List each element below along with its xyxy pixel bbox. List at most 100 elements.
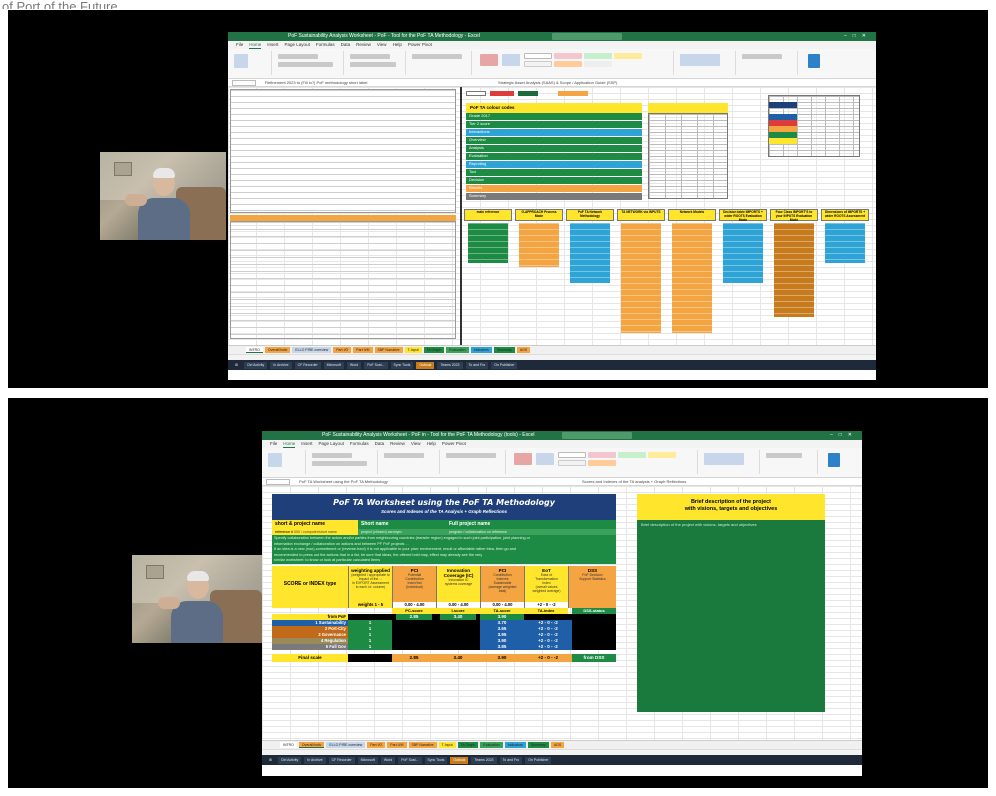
taskbar-item[interactable]: Outlook: [450, 756, 469, 764]
ribbon-tab-insert[interactable]: Insert: [267, 41, 278, 49]
flow-header-text: Four Class IMPORT’S to your INPUTS Evalu…: [775, 210, 813, 222]
ribbon-tab-view[interactable]: View: [377, 41, 387, 49]
worksheet-subtitle: Scores and Indexes of the TA Analysis + …: [381, 509, 507, 514]
sheet-tab[interactable]: Evaluation: [480, 742, 503, 748]
score-rows: from PoF 2.85 3.40 3.90 1 Sustainability 1 3.7…: [272, 614, 616, 650]
ribbon-tab-page-layout[interactable]: Page Layout: [285, 41, 310, 49]
taskbar-item[interactable]: Microsoft: [357, 756, 378, 764]
taskbar-item[interactable]: CF Recorder: [328, 756, 355, 764]
weight-cell[interactable]: 1: [348, 644, 392, 650]
flow-header-text: PoF TA Network Methodology: [577, 210, 603, 218]
ribbon-tab-power-pivot[interactable]: Power Pivot: [408, 41, 432, 49]
start-icon[interactable]: ⊞: [266, 757, 275, 764]
score-column-header: Innovation Coverage (IC) Innovation IC sy…: [436, 566, 480, 608]
ribbon-tab-home[interactable]: Home: [249, 41, 262, 49]
sheet-tab[interactable]: T-Input: [438, 742, 456, 748]
sheet-tab[interactable]: ELLO PIRE overview: [292, 347, 332, 353]
taskbar-item[interactable]: Ctrl Activity: [243, 361, 268, 369]
worksheet-grid[interactable]: PoF TA colour codes Grade 2017 Tier 2 sco…: [228, 87, 876, 345]
sheet-tab[interactable]: Part I/O: [367, 742, 386, 748]
score-column-header: EoT Ease of Transformation Index (overall…: [524, 566, 568, 608]
sheet-tab[interactable]: TA Graph: [457, 742, 479, 748]
ribbon-tab-data[interactable]: Data: [375, 440, 385, 448]
taskbar-item[interactable]: To and Fro: [499, 756, 523, 764]
taskbar-item[interactable]: Teams 2023: [471, 756, 497, 764]
ribbon-tab-review[interactable]: Review: [356, 41, 371, 49]
name-box[interactable]: [232, 79, 256, 86]
sheet-tab[interactable]: Summary: [527, 742, 549, 748]
ta-score: 3.85: [480, 644, 524, 650]
formula-bar[interactable]: PoF TA Worksheet using the PoF TA Method…: [262, 478, 862, 486]
ribbon-tab-formulas[interactable]: Formulas: [350, 440, 369, 448]
brief-description-cell[interactable]: Brief description of the project with vi…: [637, 520, 825, 712]
search-box[interactable]: [552, 33, 622, 40]
ribbon-tab-view[interactable]: View: [411, 440, 421, 448]
sheet-tab[interactable]: INTRO: [246, 347, 263, 353]
taskbar-item[interactable]: Ctrl Activity: [277, 756, 302, 764]
window-controls[interactable]: –□✕: [830, 431, 858, 440]
sheet-tab[interactable]: Indicators: [504, 742, 526, 748]
sheet-tab[interactable]: TA Graph: [423, 347, 445, 353]
ribbon-tab-power-pivot[interactable]: Power Pivot: [442, 440, 466, 448]
window-controls[interactable]: –□✕: [844, 32, 872, 41]
taskbar-item[interactable]: Sync Tools: [424, 756, 448, 764]
worksheet-title: PoF TA Worksheet using the PoF TA Method…: [333, 498, 555, 507]
name-box[interactable]: [266, 478, 290, 485]
sheet-tab[interactable]: Summary: [493, 347, 515, 353]
sheet-tabs: INTRO Overall/Indiv ELLO PIRE overview Part…: [262, 740, 862, 749]
score-matrix: [648, 113, 728, 199]
sheet-tab[interactable]: AGS: [516, 347, 531, 353]
taskbar-item[interactable]: In Archive: [304, 756, 326, 764]
sheet-tab[interactable]: AGS: [550, 742, 565, 748]
sheet-tab[interactable]: SBP Narrative: [374, 347, 403, 353]
text-list: [230, 89, 456, 213]
taskbar-item[interactable]: Outlook: [416, 361, 435, 369]
flow-header-text: main reference: [476, 210, 500, 214]
flow-header-text: TA NETWORK via INPUTS: [621, 210, 661, 214]
sheet-tab[interactable]: Overall/Indiv: [264, 347, 291, 353]
ribbon-tab-review[interactable]: Review: [390, 440, 405, 448]
taskbar-item[interactable]: Word: [380, 756, 396, 764]
sheet-tab[interactable]: Part II/III: [387, 742, 407, 748]
worksheet-grid[interactable]: PoF TA Worksheet using the PoF TA Method…: [262, 486, 862, 740]
sheet-tab[interactable]: T-Input: [404, 347, 422, 353]
sheet-tab[interactable]: Indicators: [470, 347, 492, 353]
ribbon-tab-data[interactable]: Data: [341, 41, 351, 49]
ribbon-tab-formulas[interactable]: Formulas: [316, 41, 335, 49]
sheet-tab[interactable]: Evaluation: [446, 347, 469, 353]
brief-description-header: Brief description of the project with vi…: [637, 494, 825, 520]
ribbon-tabs: File Home Insert Page Layout Formulas Data Rev…: [228, 41, 876, 49]
taskbar-item[interactable]: Sync Tools: [390, 361, 414, 369]
taskbar-item[interactable]: Microsoft: [323, 361, 344, 369]
taskbar-item[interactable]: Word: [346, 361, 362, 369]
score-column-title: PCI: [498, 568, 507, 573]
sheet-tab[interactable]: Overall/Indiv: [298, 742, 325, 748]
start-icon[interactable]: ⊞: [232, 362, 241, 369]
color-code-row: Results: [466, 185, 642, 192]
sheet-tab[interactable]: SBP Narrative: [408, 742, 437, 748]
sheet-tab[interactable]: Part I/O: [333, 347, 352, 353]
taskbar-item[interactable]: To and Fro: [465, 361, 489, 369]
ribbon-tab-help[interactable]: Help: [427, 440, 436, 448]
formula-bar[interactable]: Refinement 2023 to (Fill in?) PoF method…: [228, 79, 876, 87]
taskbar-item[interactable]: On Publisher: [491, 361, 518, 369]
taskbar-item[interactable]: Teams 2023: [437, 361, 463, 369]
ribbon-tab-insert[interactable]: Insert: [301, 440, 312, 448]
final-dss-cell: from DSS: [572, 654, 616, 662]
excel-window: PoF Sustainability Analysis Worksheet - …: [262, 431, 862, 776]
taskbar-item[interactable]: CF Recorder: [294, 361, 321, 369]
taskbar-item[interactable]: PoF Sust...: [364, 361, 388, 369]
taskbar-item[interactable]: In Archive: [270, 361, 292, 369]
taskbar-item[interactable]: On Publisher: [525, 756, 552, 764]
ribbon-tab-page-layout[interactable]: Page Layout: [319, 440, 344, 448]
sheet-tab[interactable]: Part II/III: [353, 347, 373, 353]
ribbon-tab-help[interactable]: Help: [393, 41, 402, 49]
ribbon-tab-file[interactable]: File: [236, 41, 243, 49]
ribbon-tab-file[interactable]: File: [270, 440, 277, 448]
taskbar-item[interactable]: PoF Sust...: [398, 756, 422, 764]
final-label-cell: Final scale: [272, 654, 348, 662]
sheet-tab[interactable]: ELLO PIRE overview: [326, 742, 366, 748]
search-box[interactable]: [562, 432, 632, 439]
sheet-tab[interactable]: INTRO: [280, 742, 297, 748]
ribbon-tab-home[interactable]: Home: [283, 440, 296, 448]
